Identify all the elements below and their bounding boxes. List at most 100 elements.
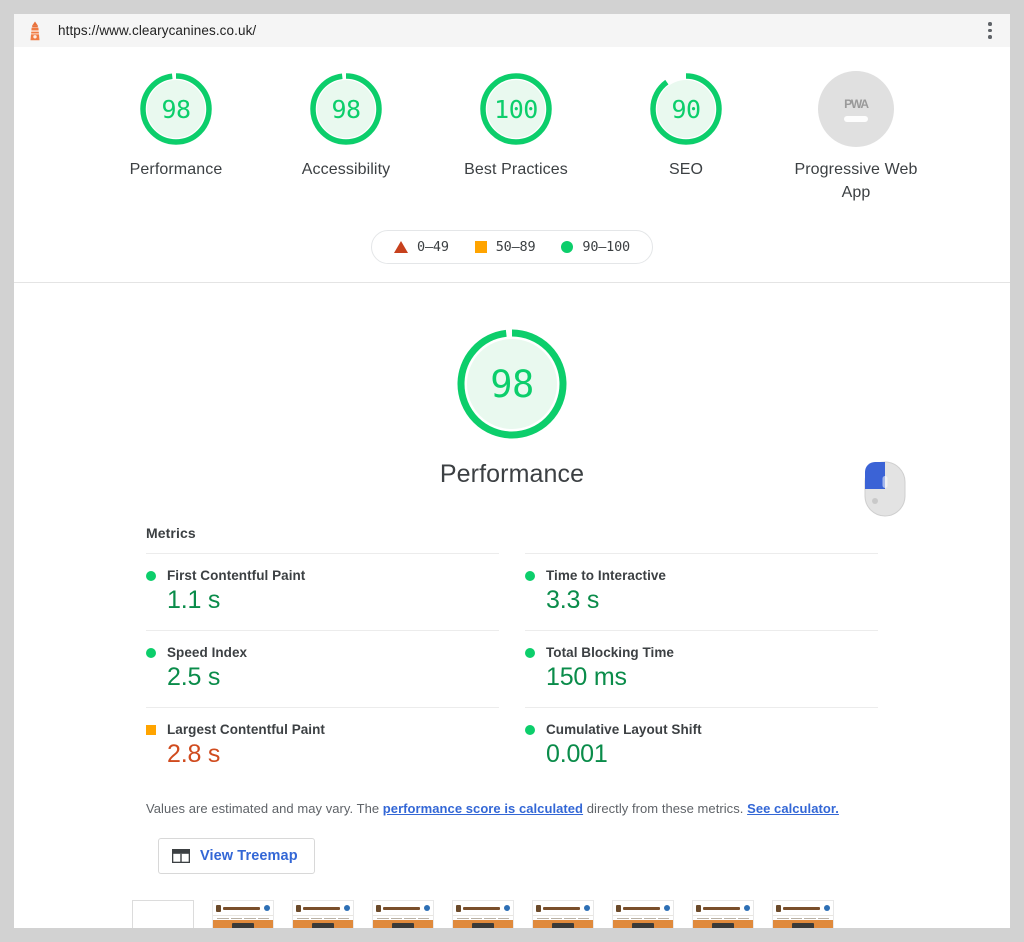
mini-page [693,901,753,928]
legend-item-pass: 90–100 [561,239,630,255]
mini-page [533,901,593,928]
square-icon [146,724,156,735]
metric-value: 1.1 s [167,586,221,615]
gauge-performance[interactable]: 98 Performance [112,71,240,182]
metric-value: 3.3 s [546,586,600,615]
metric-head: First Contentful Paint [146,568,499,583]
gauge-label-seo: SEO [668,161,704,178]
metrics-disclaimer: Values are estimated and may vary. The p… [146,801,878,816]
gauge-row: 98 Performance 98 Accessibility 100 Best… [14,71,1010,204]
legend-range-fail: 0–49 [417,239,449,256]
legend-range-pass: 90–100 [582,239,630,256]
gauge-arc-performance: 98 [138,71,214,147]
mini-page [373,901,433,928]
category-title: Performance [439,460,585,489]
circle-icon [525,647,535,658]
metric-head: Speed Index [146,645,499,660]
gauge-label-pwa: Progressive Web App [794,161,918,201]
filmstrip-frame [132,900,194,928]
view-treemap-label: View Treemap [200,848,298,865]
metric-name: First Contentful Paint [167,568,306,584]
circle-icon [146,570,156,581]
filmstrip-frame [372,900,434,928]
metric-value: 2.5 s [167,663,221,692]
performance-score-calculated-link[interactable]: performance score is calculated [383,801,583,816]
gauge-label-performance: Performance [129,161,223,178]
gauge-best-practices[interactable]: 100 Best Practices [452,71,580,182]
filmstrip-frame [612,900,674,928]
metric-value: 150 ms [546,663,627,692]
performance-category-section: 98 Performance Metrics First Contentful … [14,283,1010,928]
circle-icon [525,570,535,581]
filmstrip-frame [292,900,354,928]
metrics-heading: Metrics [146,525,196,542]
metric-name: Speed Index [167,645,248,661]
see-calculator-link[interactable]: See calculator. [747,801,839,816]
category-gauge-block: 98 Performance [14,325,1010,489]
gauge-score-best-practices: 100 [494,94,538,124]
mini-page [293,901,353,928]
mini-page [613,901,673,928]
legend-item-fail: 0–49 [394,239,449,255]
gauge-seo[interactable]: 90 SEO [622,71,750,182]
gauge-label-best-practices: Best Practices [464,161,568,178]
gauge-score-accessibility: 98 [331,94,361,124]
metric-time-to-interactive[interactable]: Time to Interactive 3.3 s [525,553,878,630]
pwa-label-icon: PWA [844,96,869,111]
metric-first-contentful-paint[interactable]: First Contentful Paint 1.1 s [146,553,499,630]
lighthouse-icon [26,21,44,41]
filmstrip-frame [772,900,834,928]
metric-total-blocking-time[interactable]: Total Blocking Time 150 ms [525,630,878,707]
metric-name: Time to Interactive [546,568,666,584]
gauge-arc-best-practices: 100 [478,71,554,147]
gauge-arc-seo: 90 [648,71,724,147]
gauge-score-seo: 90 [671,94,701,124]
score-legend: 0–49 50–89 90–100 [371,230,653,265]
metric-name: Total Blocking Time [546,645,674,661]
metric-value: 2.8 s [167,740,221,769]
screenshot-filmstrip [14,900,1010,928]
filmstrip-frame [212,900,274,928]
disclaimer-lead: Values are estimated and may vary. The [146,801,383,817]
mini-page [773,901,833,928]
filmstrip-frame [692,900,754,928]
gauge-score-performance: 98 [161,94,191,124]
metric-speed-index[interactable]: Speed Index 2.5 s [146,630,499,707]
pwa-dash-icon [844,115,868,122]
lighthouse-report-window: https://www.clearycanines.co.uk/ 98 Perf… [14,14,1010,928]
circle-icon [561,241,574,254]
mini-page [213,901,273,928]
metric-head: Largest Contentful Paint [146,722,499,737]
category-score: 98 [490,362,534,406]
disclaimer-mid: directly from these metrics. [583,801,748,817]
score-summary-strip: 98 Performance 98 Accessibility 100 Best… [14,47,1010,284]
square-icon [474,241,487,254]
filmstrip-frame [452,900,514,928]
score-legend-holder: 0–49 50–89 90–100 [14,230,1010,265]
gauge-progressive-web-app[interactable]: PWA Progressive Web App [792,71,920,204]
gauge-label-accessibility: Accessibility [301,161,391,178]
legend-item-average: 50–89 [474,239,536,255]
metric-name: Largest Contentful Paint [167,722,325,738]
metric-name: Cumulative Layout Shift [546,722,702,738]
mini-page [453,901,513,928]
gauge-arc-accessibility: 98 [308,71,384,147]
circle-icon [146,647,156,658]
kebab-menu-icon[interactable] [978,18,1002,44]
metrics-block: Metrics First Contentful Paint 1.1 s Tim… [14,525,1010,784]
circle-icon [525,724,535,735]
url-text[interactable]: https://www.clearycanines.co.uk/ [58,23,978,38]
metric-head: Total Blocking Time [525,645,878,660]
url-bar: https://www.clearycanines.co.uk/ [14,14,1010,47]
metric-cumulative-layout-shift[interactable]: Cumulative Layout Shift 0.001 [525,707,878,784]
triangle-icon [394,241,409,254]
category-gauge: 98 [453,325,571,443]
gauge-accessibility[interactable]: 98 Accessibility [282,71,410,182]
metric-value: 0.001 [546,740,608,769]
metric-largest-contentful-paint[interactable]: Largest Contentful Paint 2.8 s [146,707,499,784]
treemap-holder: View Treemap [158,838,878,875]
view-treemap-button[interactable]: View Treemap [158,838,315,875]
gauge-arc-pwa-disabled: PWA [818,71,894,147]
treemap-icon [171,849,191,864]
metric-head: Time to Interactive [525,568,878,583]
